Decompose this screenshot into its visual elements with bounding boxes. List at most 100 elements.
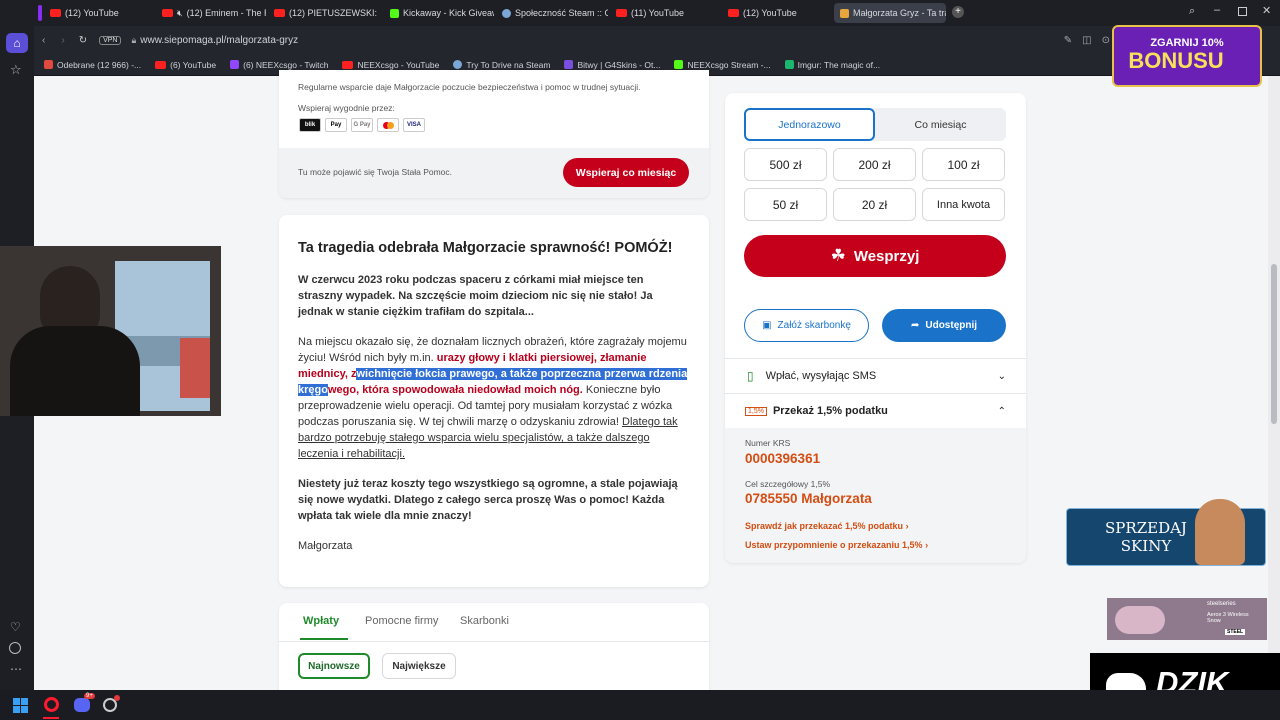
tab-label: Społeczność Steam :: Ofer xyxy=(515,8,608,18)
tax-row[interactable]: 1,5% Przekaż 1,5% podatku ⌃ xyxy=(725,394,1026,428)
bookmark-steam[interactable]: Try To Drive na Steam xyxy=(453,60,550,70)
tab-pomocne-firmy[interactable]: Pomocne firmy xyxy=(365,615,438,627)
twitch-icon xyxy=(230,60,240,69)
amount-20[interactable]: 20 zł xyxy=(833,188,916,221)
active-tab-underline xyxy=(300,638,348,640)
kick-icon xyxy=(390,8,399,18)
new-tab-icon[interactable]: + xyxy=(952,6,964,18)
blik-icon: blik xyxy=(299,118,321,132)
bookmark-gmail[interactable]: Odebrane (12 966) -... xyxy=(44,60,141,70)
tab-youtube-3[interactable]: (12) YouTube xyxy=(722,3,832,23)
g4skins-icon xyxy=(564,60,574,69)
stala-pomoc-footer: Tu może pojawić się Twoja Stała Pomoc. W… xyxy=(279,148,709,198)
bonus-text: BONUSU xyxy=(1128,48,1224,73)
sms-row[interactable]: ▯ Wpłać, wysyłając SMS ⌄ xyxy=(725,359,1026,393)
sms-label: Wpłać, wysyłając SMS xyxy=(765,370,877,382)
webcam-chair xyxy=(180,338,210,398)
maximize-icon[interactable] xyxy=(1238,7,1247,16)
url-field[interactable]: www.siepomaga.pl/malgorzata-gryz xyxy=(140,35,298,46)
share-button[interactable]: ➦ Udostępnij xyxy=(882,309,1006,342)
stala-pomoc-card: Regularne wsparcie daje Małgorzacie pocz… xyxy=(279,70,709,198)
youtube-icon xyxy=(274,9,285,17)
history-icon[interactable] xyxy=(9,642,21,654)
tab-label: (12) YouTube xyxy=(65,8,119,18)
muted-icon[interactable]: 🔇︎ xyxy=(177,8,183,19)
bookmark-kick[interactable]: NEEXcsgo Stream -... xyxy=(674,60,771,70)
bookmark-imgur[interactable]: Imgur: The magic of... xyxy=(784,60,880,70)
chevron-down-icon: ⌄ xyxy=(997,370,1006,382)
reload-icon[interactable]: ↻ xyxy=(79,35,87,46)
lock-icon: 🔒︎ xyxy=(131,34,137,45)
bookmark-label: Bitwy | G4Skins - Ot... xyxy=(577,59,661,70)
cel-label: Cel szczegółowy 1,5% xyxy=(745,479,831,489)
scrollbar-thumb[interactable] xyxy=(1271,264,1277,424)
page-scrollbar[interactable] xyxy=(1268,76,1280,690)
share-icon: ➦ xyxy=(910,320,920,331)
hand-heart-icon: ☘︎ xyxy=(830,246,846,265)
tab-eminem[interactable]: 🔇︎(12) Eminem - The Re xyxy=(156,3,266,23)
webcam-person-body xyxy=(10,326,140,416)
youtube-icon xyxy=(616,9,627,17)
link-how-to-donate-tax[interactable]: Sprawdź jak przekazać 1,5% podatku › xyxy=(745,521,909,531)
freq-jednorazowo[interactable]: Jednorazowo xyxy=(744,108,875,141)
windows-start-icon[interactable] xyxy=(13,698,28,713)
visa-icon: VISA xyxy=(403,118,425,132)
bookmark-twitch[interactable]: (6) NEEXcsgo - Twitch xyxy=(230,60,328,70)
pay-methods: blik Pay G Pay VISA xyxy=(299,118,429,132)
tab-label: (12) PIETUSZEWSKI: SPEŁ xyxy=(289,8,378,18)
home-icon[interactable]: ⌂ xyxy=(6,33,28,53)
opera-taskbar-icon[interactable] xyxy=(44,697,59,712)
bookmark-g4skins[interactable]: Bitwy | G4Skins - Ot... xyxy=(564,60,660,70)
tab-label: (11) YouTube xyxy=(631,8,685,18)
youtube-icon xyxy=(155,60,167,69)
ad-brand: steelseries xyxy=(1207,601,1236,607)
gmail-icon xyxy=(44,60,53,69)
tab-youtube-2[interactable]: (11) YouTube xyxy=(610,3,720,23)
close-window-icon[interactable]: ✕ xyxy=(1262,4,1271,17)
discord-icon[interactable] xyxy=(74,698,90,712)
ad-text: Aerox 3 Wireless Snow xyxy=(1207,612,1249,624)
bonus-overlay: ZGARNIJ 10% BONUSU xyxy=(1112,25,1262,87)
link-label: Sprawdź jak przekazać 1,5% podatku xyxy=(745,521,904,531)
discord-badge: 9+ xyxy=(84,693,95,699)
filter-najwieksze[interactable]: Największe xyxy=(382,653,456,679)
tab-youtube-1[interactable]: (12) YouTube xyxy=(44,3,154,23)
monthly-support-button[interactable]: Wspieraj co miesiąc xyxy=(563,158,689,187)
link-set-reminder[interactable]: Ustaw przypomnienie o przekazaniu 1,5% › xyxy=(745,540,928,550)
story-paragraph-1: W czerwcu 2023 roku podczas spaceru z có… xyxy=(298,274,653,318)
amount-other[interactable]: Inna kwota xyxy=(922,188,1005,221)
tab-bar: (12) YouTube 🔇︎(12) Eminem - The Re (12)… xyxy=(0,0,1280,26)
star-icon[interactable]: ☆ xyxy=(10,62,22,78)
youtube-icon xyxy=(342,60,354,69)
active-app-indicator xyxy=(43,717,59,719)
forward-icon[interactable]: › xyxy=(61,35,64,46)
tab-label: Małgorzata Gryz - Ta trag xyxy=(853,8,946,18)
amount-100[interactable]: 100 zł xyxy=(922,148,1005,181)
taskbar: 9+ xyxy=(0,690,1280,720)
tab-steam[interactable]: Społeczność Steam :: Ofer xyxy=(496,3,608,23)
chevron-up-icon: ⌃ xyxy=(997,405,1006,417)
minimize-icon[interactable]: – xyxy=(1214,4,1220,16)
cel-value: 0785550 Małgorzata xyxy=(745,491,872,506)
back-icon[interactable]: ‹ xyxy=(42,35,45,46)
tab-siepomaga[interactable]: Małgorzata Gryz - Ta trag xyxy=(834,3,946,23)
tab-kickaway[interactable]: Kickaway - Kick Giveaway xyxy=(384,3,494,23)
more-icon[interactable]: ⋯ xyxy=(10,662,22,676)
heart-icon[interactable]: ♡ xyxy=(10,620,21,634)
amount-500[interactable]: 500 zł xyxy=(744,148,827,181)
bookmark-youtube[interactable]: (6) YouTube xyxy=(155,60,216,70)
piggy-bank-button[interactable]: ▣ Załóż skarbonkę xyxy=(744,309,869,342)
tab-label: (12) YouTube xyxy=(743,8,797,18)
tab-wplaty[interactable]: Wpłaty xyxy=(303,615,339,627)
amount-200[interactable]: 200 zł xyxy=(833,148,916,181)
imgur-icon xyxy=(784,60,794,69)
freq-co-miesiac[interactable]: Co miesiąc xyxy=(875,108,1006,141)
amount-50[interactable]: 50 zł xyxy=(744,188,827,221)
vpn-badge[interactable]: VPN xyxy=(99,35,122,45)
search-tabs-icon[interactable]: ⌕ xyxy=(1189,5,1195,18)
tab-skarbonki[interactable]: Skarbonki xyxy=(460,615,509,627)
tab-pietuszewski[interactable]: (12) PIETUSZEWSKI: SPEŁ xyxy=(268,3,378,23)
filter-najnowsze[interactable]: Najnowsze xyxy=(298,653,370,679)
bookmark-neex-youtube[interactable]: NEEXcsgo - YouTube xyxy=(342,60,439,70)
donate-button[interactable]: ☘︎ Wesprzyj xyxy=(744,235,1006,277)
